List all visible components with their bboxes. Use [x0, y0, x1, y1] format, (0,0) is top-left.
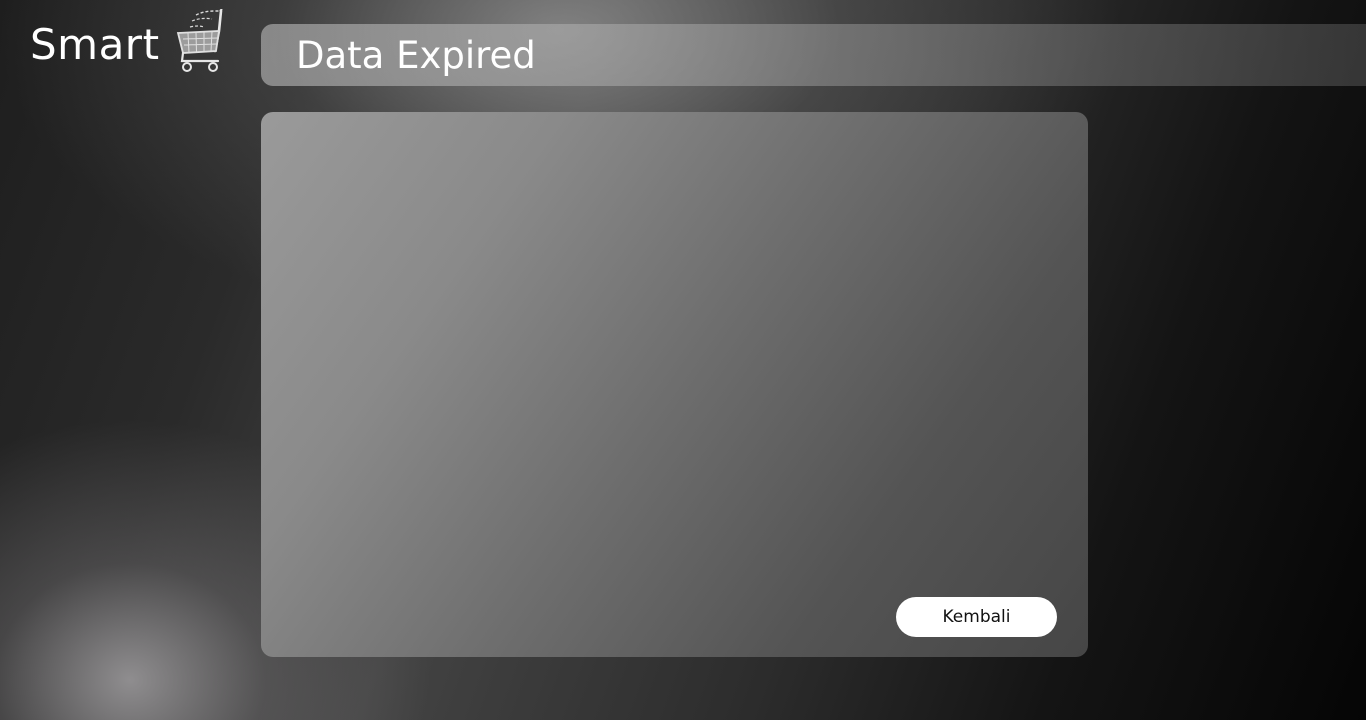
back-button[interactable]: Kembali	[896, 597, 1057, 637]
content-panel: Kembali	[261, 112, 1088, 657]
page-title: Data Expired	[296, 33, 536, 77]
logo-text: Smart	[30, 20, 160, 69]
shopping-cart-icon	[176, 9, 223, 72]
app-logo: Smart	[30, 9, 230, 80]
header-bar: Data Expired	[261, 24, 1366, 86]
